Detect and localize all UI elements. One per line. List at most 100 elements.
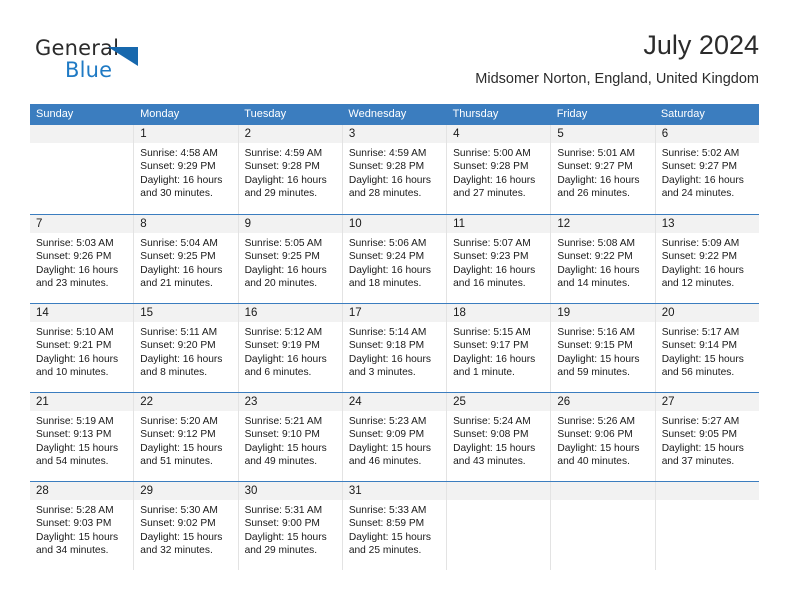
daylight-duration-line2: and 28 minutes. [348,188,422,200]
day-number-band: 26 [551,393,655,411]
calendar-day-cell[interactable]: 6 Sunrise: 5:02 AM Sunset: 9:27 PM Daylight… [655,125,759,214]
calendar-day-cell[interactable]: 29 Sunrise: 5:30 AM Sunset: 9:02 PM Dayligh… [134,482,239,570]
sunset-time: Sunset: 9:28 PM [348,161,425,173]
daylight-duration-line1: Daylight: 15 hours [557,442,640,454]
sunset-time: Sunset: 9:00 PM [244,518,320,530]
sunrise-time: Sunrise: 5:04 AM [140,238,218,249]
calendar-day-cell[interactable]: 22 Sunrise: 5:20 AM Sunset: 9:12 PM Dayligh… [134,393,239,481]
calendar-day-cell[interactable]: 30 Sunrise: 5:31 AM Sunset: 9:00 PM Dayligh… [238,482,343,570]
calendar-week-row: 1 Sunrise: 4:58 AM Sunset: 9:29 PM Daylight… [30,125,759,214]
day-number-band [447,482,551,500]
day-number-band: 13 [655,215,759,233]
calendar-day-cell[interactable]: 16 Sunrise: 5:12 AM Sunset: 9:19 PM Dayligh… [238,304,343,392]
sunset-time: Sunset: 9:19 PM [244,340,320,352]
calendar-day-cell[interactable]: 13 Sunrise: 5:09 AM Sunset: 9:22 PM Dayligh… [655,215,759,303]
title-block: July 2024 Midsomer Norton, England, Unit… [475,28,759,88]
calendar-week-row: 21 Sunrise: 5:19 AM Sunset: 9:13 PM Dayligh… [30,392,759,481]
day-number-band: 3 [342,125,447,143]
general-blue-logo[interactable]: General Blue [35,36,215,88]
calendar-day-cell[interactable]: 5 Sunrise: 5:01 AM Sunset: 9:27 PM Daylight… [551,125,656,214]
day-sun-info: Sunrise: 5:01 AM Sunset: 9:27 PM Daylight:… [551,143,654,201]
sunrise-time: Sunrise: 5:21 AM [244,416,323,427]
daylight-duration-line2: and 26 minutes. [557,188,630,200]
calendar-day-cell[interactable]: 19 Sunrise: 5:16 AM Sunset: 9:15 PM Dayligh… [551,304,656,392]
sunrise-time: Sunrise: 5:10 AM [36,327,114,338]
sunset-time: Sunset: 9:26 PM [36,251,112,263]
daylight-duration-line1: Daylight: 15 hours [661,442,744,454]
calendar-day-cell[interactable]: 18 Sunrise: 5:15 AM Sunset: 9:17 PM Dayligh… [447,304,552,392]
calendar-day-cell[interactable]: 7 Sunrise: 5:03 AM Sunset: 9:26 PM Daylight… [30,215,135,303]
day-number: 5 [557,128,564,140]
sunrise-time: Sunrise: 4:59 AM [244,148,323,159]
daylight-duration-line1: Daylight: 15 hours [36,531,119,543]
calendar-day-cell[interactable]: 25 Sunrise: 5:24 AM Sunset: 9:08 PM Dayligh… [447,393,552,481]
daylight-duration-line2: and 34 minutes. [36,545,109,557]
day-number: 16 [244,307,258,319]
calendar-day-cell[interactable]: 17 Sunrise: 5:14 AM Sunset: 9:18 PM Dayligh… [342,304,448,392]
weekday-header-tuesday: Tuesday [244,108,287,120]
calendar-day-cell[interactable]: 8 Sunrise: 5:04 AM Sunset: 9:25 PM Daylight… [134,215,239,303]
sunrise-time: Sunrise: 5:19 AM [36,416,114,427]
day-sun-info: Sunrise: 4:59 AM Sunset: 9:28 PM Daylight:… [343,143,446,201]
daylight-duration-line1: Daylight: 15 hours [348,531,431,543]
logo-text-general: General [35,36,120,60]
day-sun-info: Sunrise: 5:05 AM Sunset: 9:25 PM Daylight:… [239,233,342,291]
calendar-day-cell[interactable]: 26 Sunrise: 5:26 AM Sunset: 9:06 PM Dayligh… [551,393,656,481]
sunrise-time: Sunrise: 4:58 AM [140,148,218,159]
day-number-band: 11 [447,215,551,233]
day-number-band [655,482,759,500]
sunrise-time: Sunrise: 4:59 AM [348,148,427,159]
page-subtitle: Midsomer Norton, England, United Kingdom [475,71,759,87]
day-number-band: 30 [238,482,342,500]
day-sun-info: Sunrise: 5:14 AM Sunset: 9:18 PM Daylight:… [343,322,446,380]
daylight-duration-line1: Daylight: 16 hours [661,174,744,186]
calendar-day-cell[interactable]: 11 Sunrise: 5:07 AM Sunset: 9:23 PM Dayligh… [447,215,552,303]
calendar-day-cell[interactable]: 2 Sunrise: 4:59 AM Sunset: 9:28 PM Daylight… [238,125,343,214]
daylight-duration-line1: Daylight: 15 hours [244,442,327,454]
daylight-duration-line2: and 14 minutes. [557,278,630,290]
sunrise-time: Sunrise: 5:07 AM [453,238,531,249]
day-number-band: 22 [134,393,238,411]
daylight-duration-line1: Daylight: 15 hours [140,442,223,454]
daylight-duration-line2: and 18 minutes. [348,278,422,290]
day-number-band: 7 [30,215,134,233]
daylight-duration-line1: Daylight: 16 hours [453,353,536,365]
calendar-day-cell[interactable]: 28 Sunrise: 5:28 AM Sunset: 9:03 PM Dayligh… [30,482,135,570]
calendar-day-cell[interactable]: 15 Sunrise: 5:11 AM Sunset: 9:20 PM Dayligh… [134,304,239,392]
calendar-week-row: 7 Sunrise: 5:03 AM Sunset: 9:26 PM Daylight… [30,214,759,303]
calendar-day-cell[interactable]: 24 Sunrise: 5:23 AM Sunset: 9:09 PM Dayligh… [342,393,448,481]
weekday-header-thursday: Thursday [452,108,499,120]
sunrise-time: Sunrise: 5:06 AM [348,238,427,249]
calendar-day-cell[interactable]: 21 Sunrise: 5:19 AM Sunset: 9:13 PM Dayligh… [30,393,135,481]
day-number: 6 [661,128,669,140]
calendar-day-cell[interactable]: 14 Sunrise: 5:10 AM Sunset: 9:21 PM Dayligh… [30,304,135,392]
calendar-day-cell[interactable]: 3 Sunrise: 4:59 AM Sunset: 9:28 PM Daylight… [342,125,448,214]
calendar-day-cell[interactable]: 9 Sunrise: 5:05 AM Sunset: 9:25 PM Daylight… [238,215,343,303]
day-sun-info: Sunrise: 5:15 AM Sunset: 9:17 PM Daylight:… [447,322,550,380]
weekday-header-wednesday: Wednesday [348,108,407,120]
day-sun-info: Sunrise: 5:02 AM Sunset: 9:27 PM Daylight:… [656,143,759,201]
sunset-time: Sunset: 9:15 PM [557,340,633,352]
day-number-band [30,125,134,143]
daylight-duration-line2: and 29 minutes. [244,188,318,200]
calendar-day-cell[interactable]: 27 Sunrise: 5:27 AM Sunset: 9:05 PM Dayligh… [655,393,759,481]
calendar-day-cell[interactable]: 4 Sunrise: 5:00 AM Sunset: 9:28 PM Daylight… [447,125,552,214]
calendar-day-cell[interactable]: 12 Sunrise: 5:08 AM Sunset: 9:22 PM Dayligh… [551,215,656,303]
sunset-time: Sunset: 9:21 PM [36,340,112,352]
calendar-day-cell[interactable]: 23 Sunrise: 5:21 AM Sunset: 9:10 PM Dayligh… [238,393,343,481]
day-number-band: 14 [30,304,134,322]
sunset-time: Sunset: 9:20 PM [140,340,216,352]
day-number: 24 [348,396,362,408]
day-number-band: 1 [134,125,238,143]
calendar-day-cell[interactable]: 10 Sunrise: 5:06 AM Sunset: 9:24 PM Dayligh… [342,215,448,303]
sunset-time: Sunset: 9:06 PM [557,429,633,441]
weekday-header-sunday: Sunday [36,108,74,120]
daylight-duration-line1: Daylight: 15 hours [244,531,327,543]
calendar-day-cell[interactable]: 1 Sunrise: 4:58 AM Sunset: 9:29 PM Daylight… [134,125,239,214]
day-number: 30 [244,485,258,497]
calendar-day-cell[interactable]: 20 Sunrise: 5:17 AM Sunset: 9:14 PM Dayligh… [655,304,759,392]
page-header: General Blue July 2024 Midsomer Norton, … [30,28,759,100]
daylight-duration-line1: Daylight: 15 hours [661,353,744,365]
calendar-day-cell[interactable]: 31 Sunrise: 5:33 AM Sunset: 8:59 PM Dayligh… [342,482,448,570]
day-sun-info: Sunrise: 5:19 AM Sunset: 9:13 PM Daylight:… [30,411,133,469]
